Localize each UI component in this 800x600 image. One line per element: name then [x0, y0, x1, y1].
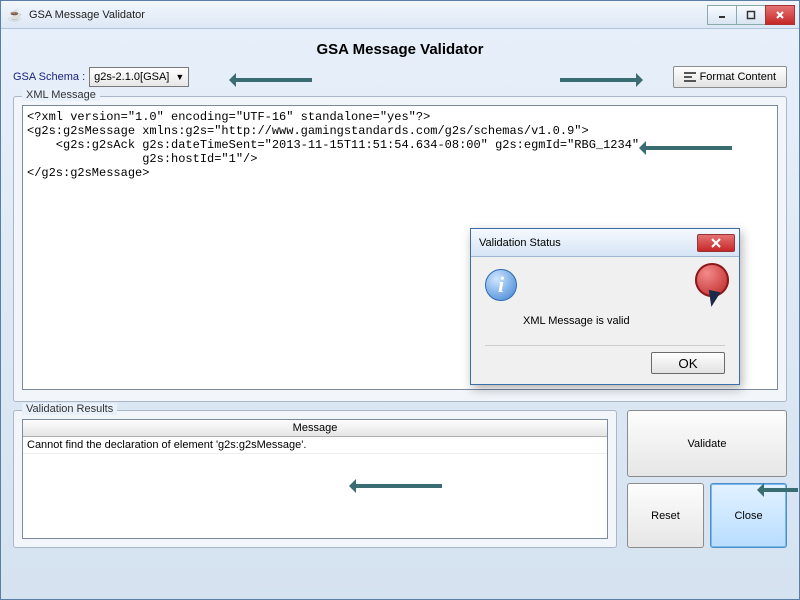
dialog-titlebar[interactable]: Validation Status [471, 229, 739, 257]
format-content-label: Format Content [700, 71, 776, 83]
annotation-arrow [232, 78, 312, 82]
validation-results-group: Validation Results Message Cannot find t… [13, 410, 617, 548]
annotation-arrow [642, 146, 732, 150]
validation-status-dialog[interactable]: Validation Status i XML Message is valid… [470, 228, 740, 385]
ribbon-icon [705, 290, 720, 308]
schema-select[interactable]: g2s-2.1.0[GSA] ▼ [89, 67, 189, 87]
minimize-button[interactable] [707, 5, 737, 25]
page-title: GSA Message Validator [13, 41, 787, 58]
schema-label: GSA Schema : [13, 71, 85, 83]
dialog-message: XML Message is valid [523, 315, 725, 327]
format-icon [684, 72, 696, 82]
annotation-arrow [560, 78, 640, 82]
dialog-title: Validation Status [479, 237, 697, 249]
reset-button[interactable]: Reset [627, 483, 704, 548]
table-row[interactable]: Cannot find the declaration of element '… [23, 437, 607, 454]
validate-button[interactable]: Validate [627, 410, 787, 477]
info-icon: i [485, 269, 517, 301]
chevron-down-icon: ▼ [175, 72, 184, 82]
results-group-legend: Validation Results [22, 403, 117, 415]
results-header-message: Message [23, 420, 607, 437]
format-content-button[interactable]: Format Content [673, 66, 787, 88]
titlebar[interactable]: ☕ GSA Message Validator [1, 1, 799, 29]
results-table[interactable]: Message Cannot find the declaration of e… [22, 419, 608, 539]
action-button-panel: Validate Reset Close [627, 410, 787, 548]
maximize-button[interactable] [736, 5, 766, 25]
annotation-arrow [760, 488, 798, 492]
java-icon: ☕ [7, 7, 23, 23]
ok-button[interactable]: OK [651, 352, 725, 374]
dialog-close-button[interactable] [697, 234, 735, 252]
xml-group-legend: XML Message [22, 89, 100, 101]
window-title: GSA Message Validator [29, 9, 708, 21]
annotation-arrow [352, 484, 442, 488]
close-window-button[interactable] [765, 5, 795, 25]
close-button[interactable]: Close [710, 483, 787, 548]
schema-selected-value: g2s-2.1.0[GSA] [94, 71, 169, 83]
